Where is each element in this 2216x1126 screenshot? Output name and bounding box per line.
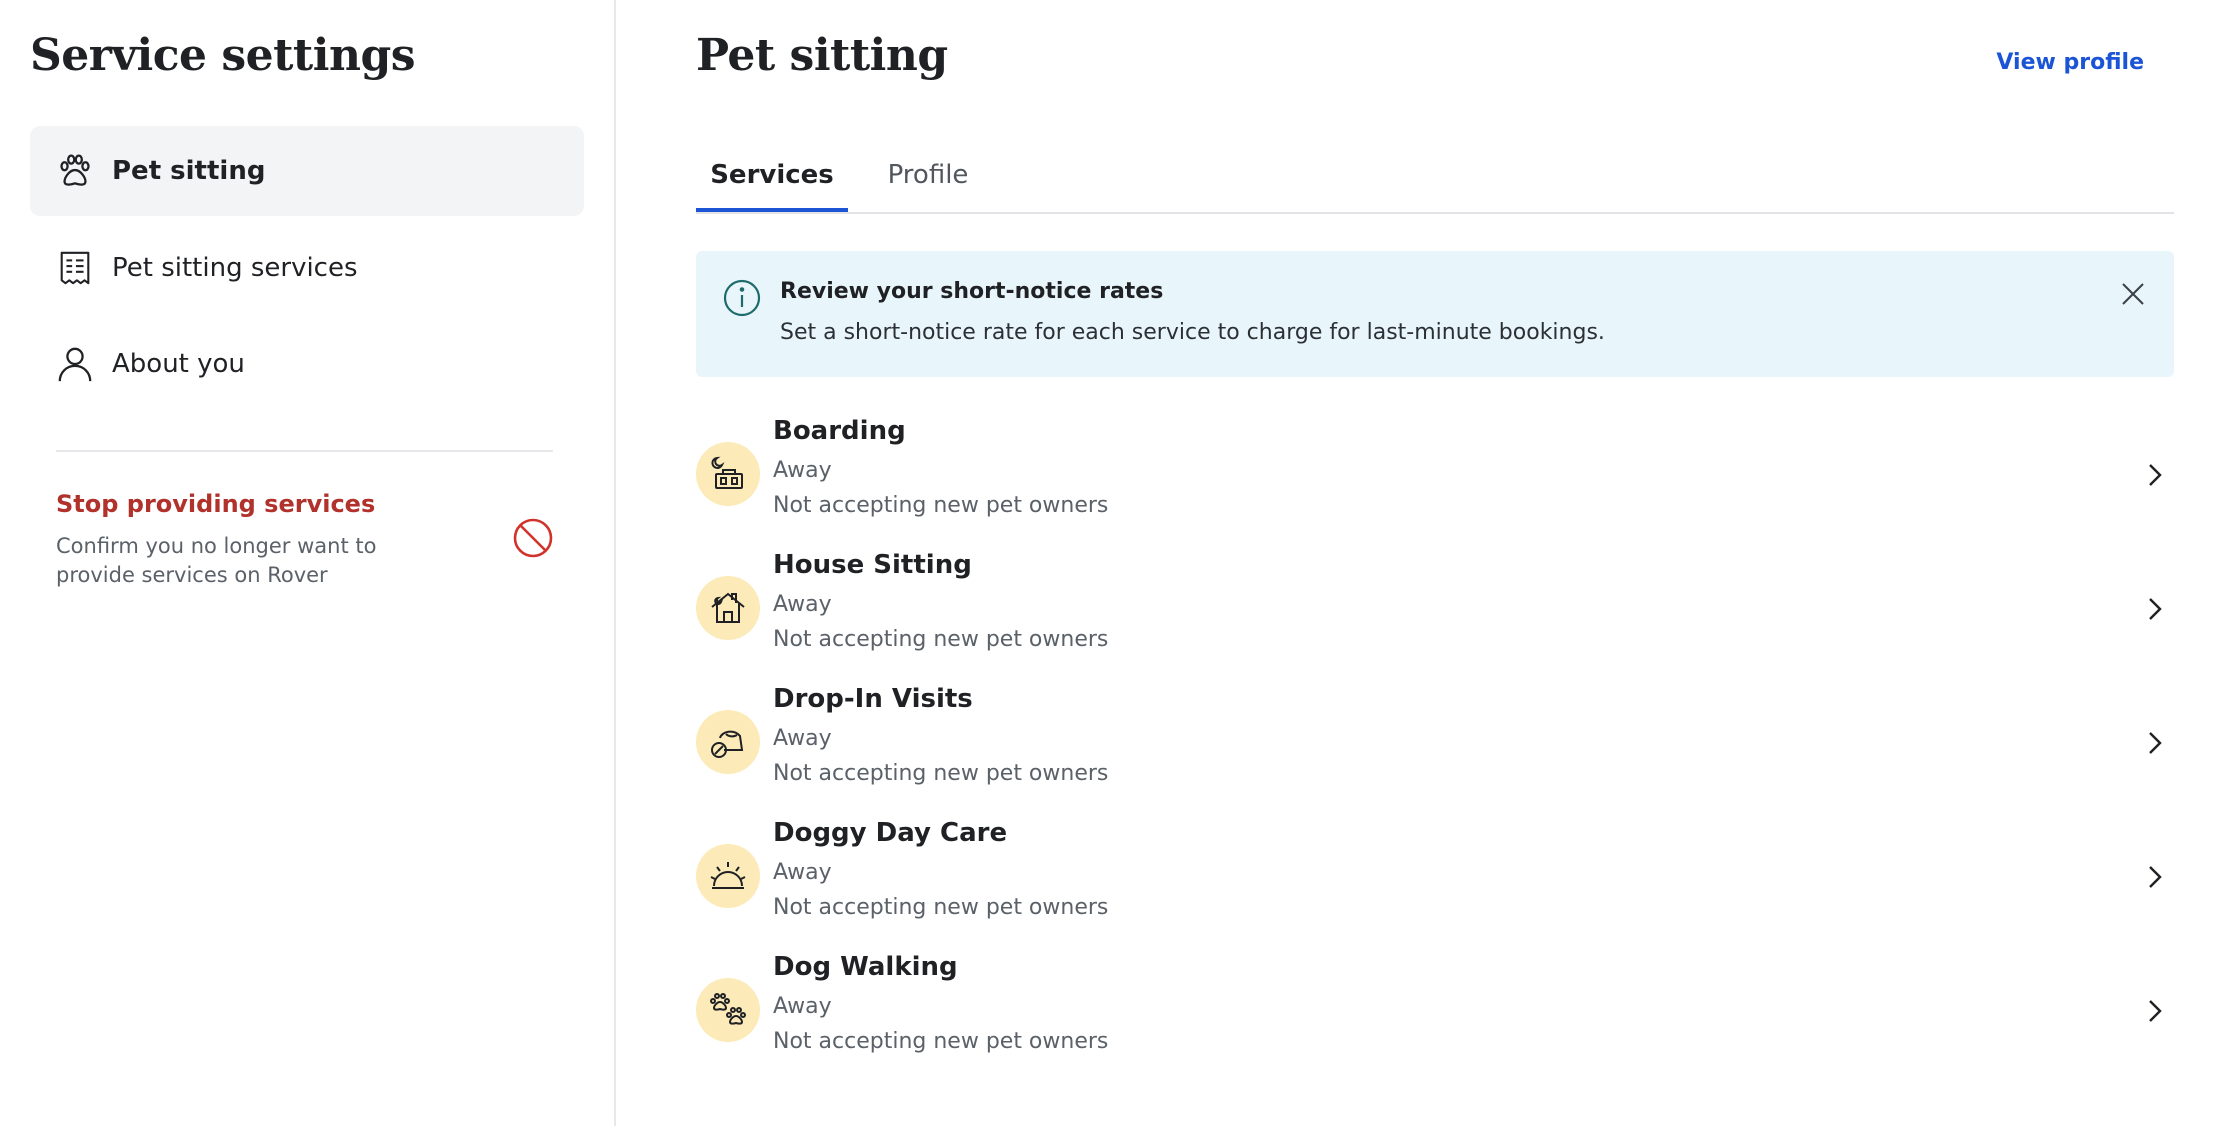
banner-title: Review your short-notice rates (780, 279, 1164, 304)
sidebar-item-pet-sitting[interactable]: Pet sitting (30, 126, 584, 216)
sidebar: Service settings Pet sitting Pet sitting… (0, 0, 616, 1126)
sun-icon (696, 844, 760, 908)
service-note: Not accepting new pet owners (773, 627, 1109, 652)
boarding-icon (696, 442, 760, 506)
receipt-icon (56, 249, 94, 287)
service-status: Away (773, 592, 832, 617)
sidebar-item-label: Pet sitting services (112, 253, 358, 283)
chevron-right-icon (2149, 866, 2162, 888)
stop-providing-section: Stop providing services Confirm you no l… (56, 490, 456, 590)
banner-text: Set a short-notice rate for each service… (780, 320, 1605, 345)
paw-icon (56, 152, 94, 190)
service-note: Not accepting new pet owners (773, 493, 1109, 518)
service-note: Not accepting new pet owners (773, 895, 1109, 920)
service-status: Away (773, 726, 832, 751)
food-bowl-icon (696, 710, 760, 774)
stop-providing-link[interactable]: Stop providing services (56, 490, 456, 518)
service-note: Not accepting new pet owners (773, 761, 1109, 786)
sidebar-item-label: About you (112, 349, 245, 379)
service-row-doggy-day-care[interactable]: Doggy Day Care Away Not accepting new pe… (696, 818, 2174, 952)
service-row-boarding[interactable]: Boarding Away Not accepting new pet owne… (696, 416, 2174, 550)
sidebar-item-about-you[interactable]: About you (30, 319, 584, 409)
service-note: Not accepting new pet owners (773, 1029, 1109, 1054)
view-profile-link[interactable]: View profile (1996, 50, 2144, 75)
page-title: Pet sitting (696, 30, 948, 81)
sidebar-item-label: Pet sitting (112, 156, 266, 186)
sidebar-divider (56, 450, 553, 452)
paws-icon (696, 978, 760, 1042)
service-name: Dog Walking (773, 952, 958, 982)
service-status: Away (773, 860, 832, 885)
tab-profile[interactable]: Profile (858, 150, 998, 212)
service-name: Boarding (773, 416, 906, 446)
service-name: Drop-In Visits (773, 684, 973, 714)
stop-providing-description: Confirm you no longer want to provide se… (56, 534, 377, 587)
sidebar-title: Service settings (30, 30, 416, 81)
service-row-dog-walking[interactable]: Dog Walking Away Not accepting new pet o… (696, 952, 2174, 1086)
service-status: Away (773, 458, 832, 483)
chevron-right-icon (2149, 1000, 2162, 1022)
service-name: House Sitting (773, 550, 972, 580)
info-icon (723, 279, 761, 317)
service-row-house-sitting[interactable]: House Sitting Away Not accepting new pet… (696, 550, 2174, 684)
service-status: Away (773, 994, 832, 1019)
service-name: Doggy Day Care (773, 818, 1008, 848)
tab-services[interactable]: Services (696, 150, 848, 212)
house-icon (696, 576, 760, 640)
close-icon[interactable] (2120, 281, 2146, 307)
tab-bar: Services Profile (696, 140, 2174, 214)
chevron-right-icon (2149, 598, 2162, 620)
user-icon (56, 345, 94, 383)
short-notice-banner: Review your short-notice rates Set a sho… (696, 251, 2174, 377)
chevron-right-icon (2149, 464, 2162, 486)
prohibited-icon[interactable] (512, 517, 554, 559)
chevron-right-icon (2149, 732, 2162, 754)
service-row-drop-in-visits[interactable]: Drop-In Visits Away Not accepting new pe… (696, 684, 2174, 818)
sidebar-item-pet-sitting-services[interactable]: Pet sitting services (30, 223, 584, 313)
